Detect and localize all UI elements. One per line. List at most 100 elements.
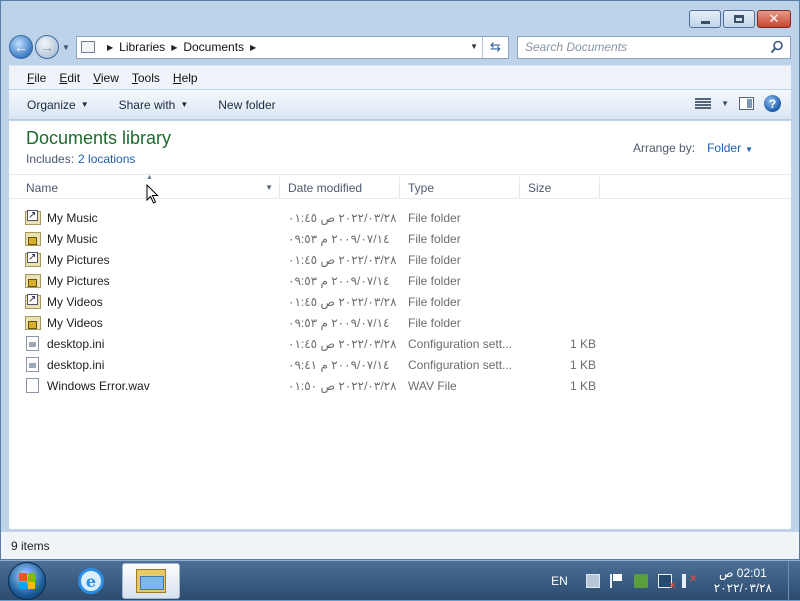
file-date-value: ٢٠٠٩/٠٧/١٤ م ٠٩:٥٣	[288, 231, 390, 246]
arrange-by-dropdown[interactable]: Folder ▼	[707, 141, 753, 155]
new-folder-button[interactable]: New folder	[218, 98, 275, 112]
file-row[interactable]: My Music ٢٠٠٩/٠٧/١٤ م ٠٩:٥٣ File folder	[9, 228, 791, 249]
show-desktop-button[interactable]	[788, 561, 800, 601]
file-date-value: ٢٠٢٢/٠٣/٢٨ ص ٠١:٤٥	[288, 210, 397, 225]
folder-lock-icon	[25, 273, 41, 288]
file-date: ٢٠٢٢/٠٣/٢٨ ص ٠١:٤٥	[280, 211, 400, 225]
address-history-dropdown-icon[interactable]: ▼	[470, 42, 478, 51]
file-size: 1 KB	[569, 357, 596, 372]
back-button[interactable]: ←	[9, 35, 33, 59]
tray-document-icon[interactable]	[585, 574, 600, 588]
close-button[interactable]: ✕	[757, 10, 791, 28]
column-filter-dropdown-icon[interactable]: ▼	[265, 183, 273, 192]
clock[interactable]: 02:01 ص ٢٠٢٢/٠٣/٢٨	[714, 566, 772, 596]
action-center-flag-icon[interactable]	[609, 574, 624, 588]
menu-tools[interactable]: Tools	[132, 71, 160, 85]
more-options-dropdown-icon[interactable]: ▼	[721, 99, 729, 108]
folder-link-icon	[25, 209, 41, 225]
column-type[interactable]: Type	[400, 177, 520, 198]
file-row[interactable]: My Music ٢٠٢٢/٠٣/٢٨ ص ٠١:٤٥ File folder	[9, 207, 791, 228]
network-disconnected-icon[interactable]	[657, 574, 676, 592]
file-date: ٢٠٠٩/٠٧/١٤ م ٠٩:٥٣	[280, 232, 400, 246]
menu-help[interactable]: Help	[173, 71, 198, 85]
library-title: Documents library	[26, 128, 172, 148]
clock-date: ٢٠٢٢/٠٣/٢٨	[713, 581, 772, 595]
file-type: Configuration sett...	[408, 357, 513, 372]
file-view: Documents library Includes: 2 locations A…	[9, 121, 791, 529]
change-view-icon[interactable]	[695, 97, 712, 110]
file-name: Windows Error.wav	[47, 378, 150, 393]
forward-button[interactable]: →	[35, 35, 59, 59]
file-type: File folder	[408, 231, 461, 246]
file-name-cell: My Pictures	[9, 251, 280, 267]
column-name-label: Name	[26, 180, 59, 195]
file-row[interactable]: Windows Error.wav ٢٠٢٢/٠٣/٢٨ ص ٠١:٥٠ WAV F…	[9, 375, 791, 396]
maximize-icon	[734, 15, 744, 23]
maximize-button[interactable]	[723, 10, 755, 28]
menu-edit[interactable]: Edit	[59, 71, 80, 85]
refresh-button[interactable]: ⇆	[482, 36, 508, 58]
preview-pane-icon[interactable]	[739, 97, 754, 110]
menu-file[interactable]: File	[27, 71, 46, 85]
explorer-window: ✕ ← → ▼ ▶ Libraries ▶ Documents ▶ ▼ ⇆ Fi…	[0, 0, 800, 560]
file-type: WAV File	[408, 378, 457, 393]
file-row[interactable]: My Pictures ٢٠٠٩/٠٧/١٤ م ٠٩:٥٣ File folder	[9, 270, 791, 291]
file-date-value: ٢٠٠٩/٠٧/١٤ م ٠٩:٥٣	[288, 315, 390, 330]
column-header: ▲ Name ▼ Date modified Type Size	[9, 174, 791, 199]
breadcrumb-arrow-icon[interactable]: ▶	[250, 43, 256, 52]
file-name-cell: Windows Error.wav	[9, 378, 280, 393]
file-name: My Pictures	[47, 252, 110, 267]
start-button[interactable]	[8, 562, 46, 600]
folder-lock-icon	[25, 315, 41, 330]
breadcrumb-documents[interactable]: Documents	[183, 40, 244, 54]
file-row[interactable]: My Videos ٢٠٠٩/٠٧/١٤ م ٠٩:٥٣ File folder	[9, 312, 791, 333]
file-date: ٢٠٢٢/٠٣/٢٨ ص ٠١:٤٥	[280, 337, 400, 351]
recent-pages-dropdown-icon[interactable]: ▼	[62, 43, 72, 52]
taskbar-internet-explorer[interactable]: e	[62, 563, 120, 599]
security-shield-icon[interactable]	[633, 574, 648, 588]
search-icon[interactable]	[770, 40, 784, 54]
close-icon: ✕	[768, 11, 780, 27]
file-date-value: ٢٠٠٩/٠٧/١٤ م ٠٩:٤١	[288, 357, 390, 372]
view-controls: ▼ ?	[695, 95, 781, 112]
config-icon	[26, 357, 39, 372]
breadcrumb-arrow-icon[interactable]: ▶	[171, 43, 177, 52]
back-arrow-icon: ←	[14, 39, 28, 55]
breadcrumb-libraries[interactable]: Libraries	[119, 40, 165, 54]
file-date-value: ٢٠٢٢/٠٣/٢٨ ص ٠١:٤٥	[288, 252, 397, 267]
menu-view[interactable]: View	[93, 71, 119, 85]
minimize-button[interactable]	[689, 10, 721, 28]
file-row[interactable]: My Pictures ٢٠٢٢/٠٣/٢٨ ص ٠١:٤٥ File folder	[9, 249, 791, 270]
column-name[interactable]: ▲ Name ▼	[9, 174, 280, 198]
chevron-down-icon: ▼	[80, 100, 89, 109]
help-icon[interactable]: ?	[764, 95, 781, 112]
share-with-label: Share with	[118, 97, 176, 112]
file-row[interactable]: My Videos ٢٠٢٢/٠٣/٢٨ ص ٠١:٤٥ File folder	[9, 291, 791, 312]
file-type: File folder	[408, 315, 461, 330]
arrange-by-value: Folder	[707, 141, 742, 155]
file-row[interactable]: desktop.ini ٢٠٠٩/٠٧/١٤ م ٠٩:٤١ Configurati…	[9, 354, 791, 375]
column-date-modified[interactable]: Date modified	[280, 177, 400, 198]
file-row[interactable]: desktop.ini ٢٠٢٢/٠٣/٢٨ ص ٠١:٤٥ Configurati…	[9, 333, 791, 354]
address-bar[interactable]: ▶ Libraries ▶ Documents ▶ ▼ ⇆	[76, 35, 509, 59]
share-with-button[interactable]: Share with ▼	[119, 98, 189, 112]
chevron-down-icon: ▼	[180, 100, 189, 109]
breadcrumb-arrow-icon[interactable]: ▶	[107, 43, 113, 52]
organize-label: Organize	[27, 97, 76, 112]
folder-link-icon	[25, 293, 41, 309]
search-input[interactable]	[525, 40, 725, 54]
column-size[interactable]: Size	[520, 177, 600, 198]
config-icon	[26, 336, 39, 351]
input-language[interactable]: EN	[551, 574, 568, 588]
locations-link[interactable]: 2 locations	[78, 152, 135, 166]
organize-button[interactable]: Organize ▼	[27, 98, 89, 112]
file-date: ٢٠٠٩/٠٧/١٤ م ٠٩:٥٣	[280, 316, 400, 330]
taskbar-windows-explorer[interactable]	[122, 563, 180, 599]
file-name-cell: My Pictures	[9, 273, 280, 288]
sort-ascending-icon: ▲	[146, 174, 153, 181]
location-icon	[81, 41, 95, 53]
command-bar: Organize ▼ Share with ▼ New folder ▼ ?	[9, 90, 791, 120]
volume-muted-icon[interactable]	[681, 571, 697, 588]
file-name-cell: desktop.ini	[9, 357, 280, 372]
windows-explorer-icon	[136, 569, 166, 593]
